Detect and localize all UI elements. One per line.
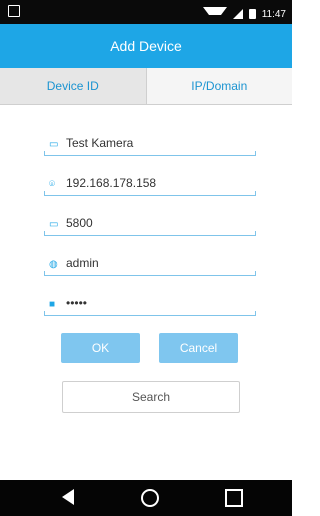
- ok-button[interactable]: OK: [61, 333, 140, 363]
- field-underline: [44, 311, 256, 316]
- signal-icon: [232, 9, 243, 19]
- device-form: ▭ Test Kamera ⌾ 192.168.178.158 ▭ 5800 ◍…: [44, 132, 256, 332]
- page-title: Add Device: [110, 38, 182, 54]
- tab-ip-domain-label: IP/Domain: [191, 79, 248, 93]
- port-value: 5800: [66, 216, 93, 230]
- field-underline: [44, 231, 256, 236]
- username-field[interactable]: ◍ admin: [44, 252, 256, 292]
- wifi-icon: [202, 7, 227, 23]
- field-underline: [44, 271, 256, 276]
- device-name-field[interactable]: ▭ Test Kamera: [44, 132, 256, 172]
- tab-device-id-label: Device ID: [46, 79, 99, 93]
- password-value: •••••: [66, 296, 88, 310]
- action-buttons: OK Cancel: [61, 333, 238, 363]
- port-field[interactable]: ▭ 5800: [44, 212, 256, 252]
- cancel-button[interactable]: Cancel: [159, 333, 238, 363]
- device-icon: ▭: [49, 139, 59, 150]
- device-name-value: Test Kamera: [66, 136, 134, 150]
- back-icon[interactable]: [62, 489, 74, 505]
- tab-ip-domain[interactable]: IP/Domain: [145, 68, 292, 104]
- ip-field[interactable]: ⌾ 192.168.178.158: [44, 172, 256, 212]
- user-icon: ◍: [49, 259, 58, 270]
- notification-icon: [8, 5, 20, 17]
- location-pin-icon: ⌾: [49, 179, 55, 190]
- app-bar: Add Device: [0, 24, 292, 68]
- recent-apps-icon[interactable]: [225, 489, 243, 507]
- tab-device-id[interactable]: Device ID: [0, 68, 146, 104]
- status-time: 11:47: [261, 8, 286, 20]
- status-bar: 11:47: [0, 0, 292, 24]
- navigation-bar: [0, 480, 292, 516]
- username-value: admin: [66, 256, 99, 270]
- port-icon: ▭: [49, 219, 59, 230]
- lock-icon: ■: [49, 299, 56, 310]
- home-icon[interactable]: [141, 489, 159, 507]
- field-underline: [44, 151, 256, 156]
- search-button[interactable]: Search: [62, 381, 240, 413]
- tab-bar: Device ID IP/Domain: [0, 68, 292, 105]
- field-underline: [44, 191, 256, 196]
- status-right: 11:47: [202, 6, 286, 23]
- ip-value: 192.168.178.158: [66, 176, 157, 190]
- password-field[interactable]: ■ •••••: [44, 292, 256, 332]
- battery-icon: [248, 9, 256, 19]
